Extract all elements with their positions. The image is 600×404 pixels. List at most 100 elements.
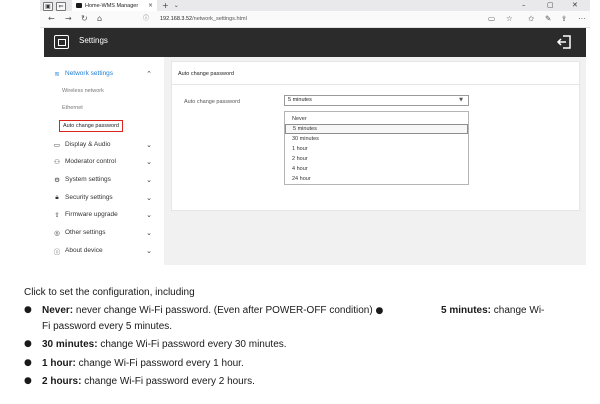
caret-down-icon: ▼ (459, 97, 463, 103)
pen-icon[interactable]: ✎ (545, 14, 551, 24)
option-5-minutes[interactable]: 5 minutes (285, 124, 468, 134)
url-path: /network_settings.html (192, 16, 247, 22)
wifi-icon: ≋ (54, 69, 60, 78)
forward-icon[interactable]: → (65, 14, 72, 24)
site-info-icon[interactable]: ⓘ (143, 14, 149, 24)
favorite-icon[interactable]: ☆ (506, 14, 513, 24)
new-tab-button[interactable]: + (162, 1, 169, 11)
app-header: Settings (44, 28, 586, 57)
sidebar-item-moderator-control[interactable]: ⚇ Moderator control ⌄ (44, 153, 164, 170)
address-bar: ← → ↻ ⌂ ⓘ 192.168.3.52/network_settings.… (40, 11, 590, 28)
bullet: ● (24, 305, 32, 315)
favicon-icon (76, 3, 82, 8)
sidebar-item-security-settings[interactable]: 🔒︎ Security settings ⌄ (44, 189, 164, 206)
home-icon[interactable]: ⌂ (97, 14, 102, 24)
desc: change Wi- (491, 305, 545, 316)
exit-icon[interactable] (556, 34, 572, 50)
reading-view-icon[interactable]: ▭ (488, 14, 495, 24)
sidebar-item-label: System settings (65, 176, 111, 183)
upload-icon: ⇧ (54, 210, 60, 219)
desc: change Wi-Fi password every 2 hours. (81, 376, 255, 387)
sidebar-item-system-settings[interactable]: ⚙ System settings ⌄ (44, 171, 164, 188)
more-icon[interactable]: ⋯ (578, 14, 586, 24)
bullet-5-minutes: 5 minutes: change Wi- (441, 305, 544, 316)
chevron-down-icon[interactable]: ⌄ (144, 194, 154, 202)
sidebar-subitem-auto-change-password[interactable]: Auto change password (59, 120, 123, 132)
bullet-1-hour: 1 hour: change Wi-Fi password every 1 ho… (42, 358, 244, 369)
bullet-never: Never: never change Wi-Fi password. (Eve… (42, 305, 383, 316)
tab-title: Home-WMS Manager (85, 2, 139, 9)
chevron-down-icon[interactable]: ⌄ (144, 211, 154, 219)
sidebar-item-label: About device (65, 247, 103, 254)
bullet-5-minutes-cont: Fi password every 5 minutes. (42, 321, 173, 332)
refresh-icon[interactable]: ↻ (81, 14, 88, 24)
desc: change Wi-Fi password every 1 hour. (75, 358, 244, 369)
restore-icon[interactable]: ▢ (547, 0, 554, 11)
back-icon[interactable]: ← (48, 14, 55, 24)
url-field[interactable]: 192.168.3.52/network_settings.html (160, 14, 520, 25)
minimize-icon[interactable]: – (522, 0, 526, 11)
desc: change Wi-Fi password every 30 minutes. (97, 339, 287, 350)
bullet-2-hours: 2 hours: change Wi-Fi password every 2 h… (42, 376, 255, 387)
info-icon: ⓘ (53, 247, 61, 256)
option-30-minutes[interactable]: 30 minutes (285, 134, 468, 144)
moderator-icon: ⚇ (54, 157, 60, 166)
intro-text: Click to set the configuration, includin… (24, 287, 195, 298)
settings-card: Auto change password Auto change passwor… (171, 61, 580, 211)
sidebar-item-label: Security settings (65, 194, 113, 201)
browser-tab[interactable]: Home-WMS Manager × (72, 0, 157, 11)
browser-tab-bar: ▣ ⇐ Home-WMS Manager × + ⌄ (40, 0, 590, 11)
chevron-down-icon[interactable]: ⌄ (144, 229, 154, 237)
auto-change-password-select[interactable]: 5 minutes ▼ (284, 95, 469, 106)
manual-text: Click to set the configuration, includin… (0, 265, 600, 404)
term: 2 hours: (42, 376, 82, 387)
sidebar-item-label: Network settings (65, 70, 114, 77)
dropdown-list: Never 5 minutes 30 minutes 1 hour 2 hour… (284, 111, 469, 185)
term: 5 minutes: (441, 305, 492, 316)
favorites-list-icon[interactable]: ✩ (528, 14, 534, 24)
tab-close-icon[interactable]: × (148, 2, 153, 9)
sidebar-item-other-settings[interactable]: ◎ Other settings ⌄ (44, 224, 164, 241)
option-4-hour[interactable]: 4 hour (285, 164, 468, 174)
option-2-hour[interactable]: 2 hour (285, 154, 468, 164)
app-logo-icon (54, 35, 69, 49)
card-title: Auto change password (178, 71, 234, 77)
term: 30 minutes: (42, 339, 98, 350)
tab-actions-icon[interactable]: ▣ (43, 2, 53, 11)
sidebar-item-about-device[interactable]: ⓘ About device ⌄ (44, 242, 164, 259)
option-never[interactable]: Never (285, 114, 468, 124)
chevron-up-icon[interactable]: ⌃ (144, 70, 154, 78)
chevron-down-icon[interactable]: ⌄ (144, 158, 154, 166)
app-title: Settings (79, 36, 108, 45)
bullet-30-minutes: 30 minutes: change Wi-Fi password every … (42, 339, 287, 350)
sidebar-item-display-audio[interactable]: ▭ Display & Audio ⌄ (44, 136, 164, 153)
field-label: Auto change password (184, 99, 240, 105)
sidebar-item-label: Firmware upgrade (65, 211, 118, 218)
separator: ● (375, 306, 384, 316)
term: 1 hour: (42, 358, 76, 369)
lock-icon: 🔒︎ (55, 193, 59, 201)
tab-back-icon[interactable]: ⇐ (56, 2, 66, 11)
card-divider (172, 84, 579, 85)
select-value: 5 minutes (288, 97, 312, 103)
sidebar-subitem-wireless-network[interactable]: Wireless network (62, 88, 104, 94)
sidebar-item-label: Moderator control (65, 158, 116, 165)
sidebar-subitem-ethernet[interactable]: Ethernet (62, 105, 83, 111)
sidebar-item-label: Other settings (65, 229, 106, 236)
share-icon[interactable]: ⇪ (561, 14, 567, 24)
url-host: 192.168.3.52 (160, 16, 193, 22)
window-close-icon[interactable]: ✕ (572, 0, 578, 11)
bullet: ● (24, 358, 32, 368)
gear-icon: ⚙ (54, 175, 60, 184)
bullet: ● (24, 376, 32, 386)
sidebar-item-firmware-upgrade[interactable]: ⇧ Firmware upgrade ⌄ (44, 206, 164, 223)
chevron-down-icon[interactable]: ⌄ (144, 141, 154, 149)
option-24-hour[interactable]: 24 hour (285, 174, 468, 184)
term: Never: (42, 305, 74, 316)
monitor-icon: ▭ (53, 140, 61, 149)
sidebar-item-network-settings[interactable]: ≋ Network settings ⌃ (44, 65, 164, 82)
tab-menu-icon[interactable]: ⌄ (174, 1, 179, 11)
option-1-hour[interactable]: 1 hour (285, 144, 468, 154)
chevron-down-icon[interactable]: ⌄ (144, 247, 154, 255)
chevron-down-icon[interactable]: ⌄ (144, 176, 154, 184)
